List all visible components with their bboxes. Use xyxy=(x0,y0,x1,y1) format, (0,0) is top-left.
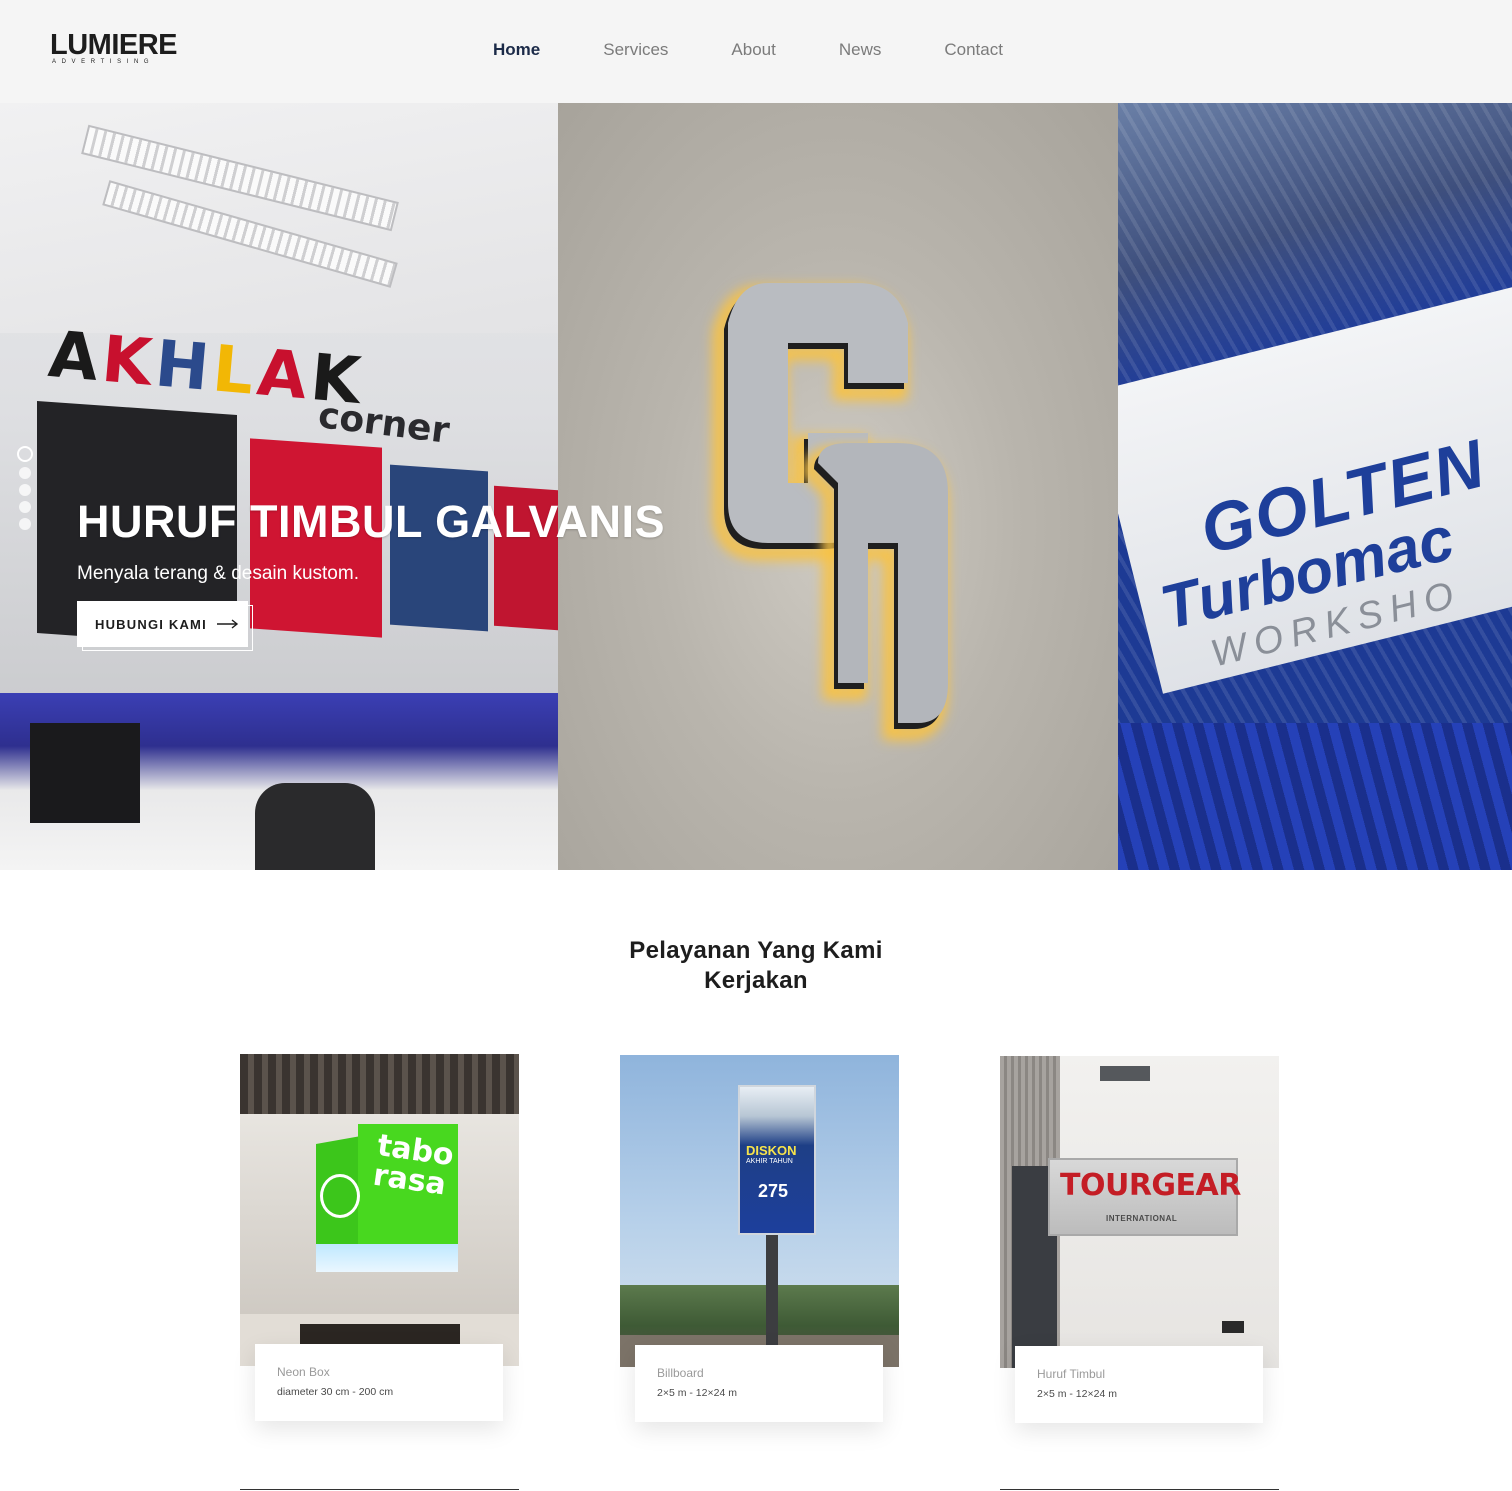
hero-slider: AKHLAK corner GOLTEN Turbomac WORKSHO HU… xyxy=(0,103,1512,870)
nav-about[interactable]: About xyxy=(731,38,775,62)
slider-dot-3[interactable] xyxy=(19,484,31,496)
photo-corner-text: corner xyxy=(315,395,452,452)
service-size: diameter 30 cm - 200 cm xyxy=(277,1386,394,1398)
nav-home[interactable]: Home xyxy=(493,38,540,62)
hero-subtitle: Menyala terang & desain kustom. xyxy=(77,563,359,584)
slider-dot-1[interactable] xyxy=(17,446,33,462)
service-photo: DISKON AKHIR TAHUN 275 xyxy=(620,1055,899,1367)
services-heading-line1: Pelayanan Yang Kami xyxy=(629,937,883,964)
next-row-card-edge xyxy=(1000,1489,1279,1490)
photo-neonbox-bottom xyxy=(316,1244,458,1272)
logo-wordmark: LUMIERE xyxy=(50,29,178,61)
services-heading: Pelayanan Yang Kami Kerjakan xyxy=(556,936,956,996)
contact-us-button[interactable]: HUBUNGI KAMI xyxy=(77,601,248,647)
slider-dot-5[interactable] xyxy=(19,518,31,530)
hero-photo-backlit-sign xyxy=(558,103,1118,870)
photo-emblem xyxy=(320,1174,360,1218)
slider-pagination xyxy=(17,446,33,535)
photo-monitor xyxy=(30,723,140,823)
nav-news[interactable]: News xyxy=(839,38,882,62)
nav-contact[interactable]: Contact xyxy=(944,38,1003,62)
photo-chair xyxy=(255,783,375,870)
services-heading-line2: Kerjakan xyxy=(704,967,808,994)
service-name: Billboard xyxy=(657,1366,704,1380)
hero-title: HURUF TIMBUL GALVANIS xyxy=(77,496,665,547)
slider-dot-4[interactable] xyxy=(19,501,31,513)
contact-us-button-label: HUBUNGI KAMI xyxy=(95,616,207,632)
next-row-card-edge xyxy=(240,1489,519,1490)
photo-ceiling xyxy=(0,103,558,333)
service-caption: Billboard 2×5 m - 12×24 m xyxy=(635,1345,883,1422)
photo-corrugated-wall xyxy=(1118,723,1512,870)
slider-dot-2[interactable] xyxy=(19,467,31,479)
service-size: 2×5 m - 12×24 m xyxy=(657,1387,737,1399)
service-size: 2×5 m - 12×24 m xyxy=(1037,1388,1117,1400)
photo-billboard-text: AKHIR TAHUN xyxy=(746,1158,793,1165)
photo-sign-text: TOURGEAR xyxy=(1060,1168,1241,1203)
backlit-logo-glyph xyxy=(713,283,948,740)
service-name: Neon Box xyxy=(277,1365,330,1379)
photo-sign-text: tabo rasa xyxy=(370,1127,456,1203)
service-name: Huruf Timbul xyxy=(1037,1367,1106,1381)
photo-sign-text: INTERNATIONAL xyxy=(1106,1214,1178,1223)
service-caption: Neon Box diameter 30 cm - 200 cm xyxy=(255,1344,503,1421)
logo[interactable]: LUMIERE ADVERTISING xyxy=(50,29,178,65)
photo-billboard-text: DISKON xyxy=(746,1143,797,1158)
service-photo: tabo rasa xyxy=(240,1054,519,1366)
site-header: LUMIERE ADVERTISING Home Services About … xyxy=(0,0,1512,103)
main-nav: Home Services About News Contact xyxy=(493,38,1066,62)
photo-billboard-text: 275 xyxy=(758,1181,789,1201)
nav-services[interactable]: Services xyxy=(603,38,668,62)
hero-photo-workshop-sign: GOLTEN Turbomac WORKSHO xyxy=(1118,103,1512,870)
photo-vent xyxy=(1100,1066,1150,1081)
hero-photo-office: AKHLAK corner xyxy=(0,103,558,870)
arrow-right-icon xyxy=(216,617,239,632)
photo-switch xyxy=(1222,1321,1244,1333)
service-caption: Huruf Timbul 2×5 m - 12×24 m xyxy=(1015,1346,1263,1423)
photo-board xyxy=(390,464,488,632)
photo-wall xyxy=(240,1054,519,1114)
service-photo: TOURGEAR INTERNATIONAL xyxy=(1000,1056,1279,1368)
